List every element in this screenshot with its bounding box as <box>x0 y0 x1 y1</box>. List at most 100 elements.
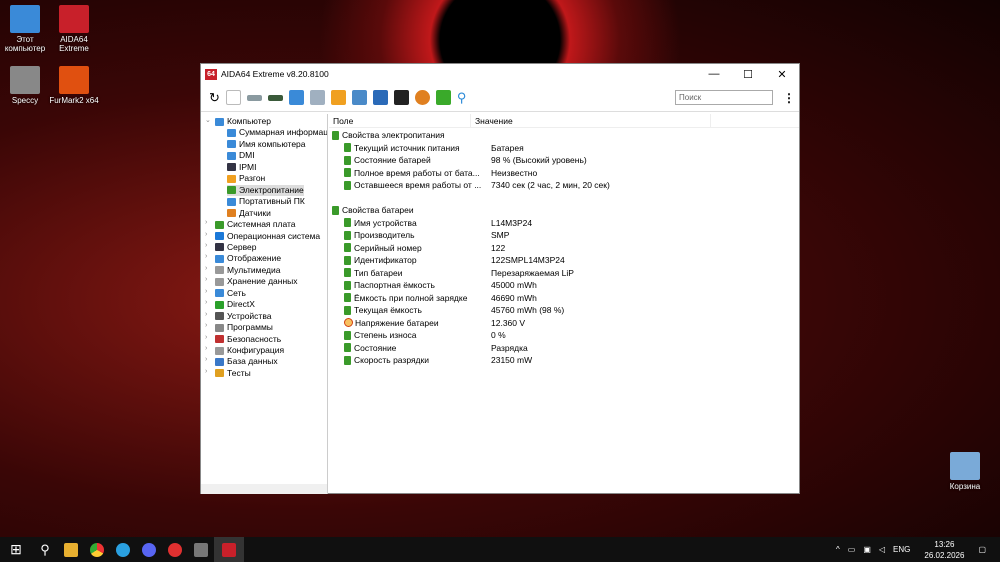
cpu-icon[interactable] <box>372 90 388 105</box>
table-row[interactable]: Ёмкость при полной зарядке 46690 mWh <box>344 292 804 304</box>
expand-arrow-icon[interactable]: › <box>205 231 207 238</box>
tree-item[interactable]: Системная плата <box>215 219 296 230</box>
table-row[interactable]: Имя устройства L14M3P24 <box>344 217 804 229</box>
close-button[interactable]: ✕ <box>765 68 799 81</box>
tree-item[interactable]: Датчики <box>227 208 271 219</box>
maximize-button[interactable]: ☐ <box>731 68 765 81</box>
table-row[interactable]: Степень износа 0 % <box>344 329 804 341</box>
tree-item[interactable]: Безопасность <box>215 334 281 345</box>
more-menu-icon[interactable]: ⋮ <box>779 91 799 105</box>
tree-item[interactable]: Отображение <box>215 253 281 264</box>
overclock-icon[interactable] <box>330 90 346 105</box>
battery-field-icon <box>344 343 351 352</box>
table-row[interactable]: Тип батареи Перезаряжаемая LiP <box>344 267 804 279</box>
tree-item[interactable]: Тесты <box>215 368 251 379</box>
tree-item[interactable]: Электропитание <box>227 184 304 196</box>
search-icon[interactable]: ⚲ <box>457 90 467 106</box>
expand-arrow-icon[interactable]: › <box>205 368 207 375</box>
expand-arrow-icon[interactable]: › <box>205 288 207 295</box>
network-tray-icon[interactable]: ▣ <box>863 545 871 554</box>
horizontal-scrollbar[interactable] <box>201 484 327 494</box>
table-row[interactable]: Скорость разрядки 23150 mW <box>344 354 804 366</box>
table-row[interactable]: Идентификатор 122SMPL14M3P24 <box>344 254 804 266</box>
collapse-arrow-icon[interactable]: ⌄ <box>205 116 211 124</box>
tree-item[interactable]: Мультимедиа <box>215 265 280 276</box>
column-header-field[interactable]: Поле <box>329 114 471 127</box>
table-row[interactable]: Напряжение батареи 12.360 V <box>344 317 804 329</box>
network-icon[interactable] <box>288 90 304 105</box>
tree-item[interactable]: Сервер <box>215 242 256 253</box>
tree-item[interactable]: Компьютер <box>215 116 271 127</box>
table-row[interactable]: Полное время работы от бата... Неизвестно <box>344 167 804 179</box>
expand-arrow-icon[interactable]: › <box>205 219 207 226</box>
table-row[interactable]: Производитель SMP <box>344 229 804 241</box>
expand-arrow-icon[interactable]: › <box>205 265 207 272</box>
expand-arrow-icon[interactable]: › <box>205 311 207 318</box>
column-header-value[interactable]: Значение <box>471 114 711 127</box>
minimize-button[interactable]: — <box>697 68 731 81</box>
tree-item-label: База данных <box>227 356 278 367</box>
group-header-row[interactable]: Свойства электропитания <box>332 129 792 141</box>
search-taskbar-icon[interactable]: ⚲ <box>32 537 58 562</box>
table-row[interactable]: Оставшееся время работы от ... 7340 сек (… <box>344 179 804 191</box>
speccy-taskbar-icon[interactable] <box>188 537 214 562</box>
notifications-icon[interactable]: ▢ <box>978 545 986 554</box>
tray-chevron-icon[interactable]: ^ <box>836 545 840 554</box>
table-row[interactable]: Текущий источник питания Батарея <box>344 142 804 154</box>
tree-item[interactable]: Программы <box>215 322 273 333</box>
expand-arrow-icon[interactable]: › <box>205 322 207 329</box>
table-row[interactable]: Серийный номер 122 <box>344 242 804 254</box>
tree-item[interactable]: Конфигурация <box>215 345 284 356</box>
group-header-row[interactable]: Свойства батареи <box>332 204 792 216</box>
table-row[interactable]: Состояние батарей 98 % (Высокий уровень) <box>344 154 804 166</box>
osd-icon[interactable] <box>393 90 409 105</box>
expand-arrow-icon[interactable]: › <box>205 356 207 363</box>
telegram-icon[interactable] <box>110 537 136 562</box>
volume-icon[interactable]: ◁ <box>879 545 885 554</box>
expand-arrow-icon[interactable]: › <box>205 345 207 352</box>
start-button[interactable]: ⊞ <box>0 537 32 562</box>
clock[interactable]: 13:26 26.02.2026 <box>924 539 964 561</box>
desktop-icon[interactable]: Speccy <box>0 66 50 105</box>
tree-item[interactable]: DMI <box>227 150 255 161</box>
aida64-taskbar-icon[interactable] <box>214 537 244 562</box>
tree-item[interactable]: Сеть <box>215 288 246 299</box>
tree-item[interactable]: Имя компьютера <box>227 139 306 150</box>
media-player-icon[interactable] <box>162 537 188 562</box>
desktop-icon[interactable]: AIDA64 Extreme <box>49 5 99 53</box>
search-input[interactable]: Поиск <box>675 90 773 105</box>
tree-item[interactable]: Хранение данных <box>215 276 298 287</box>
tree-item[interactable]: Операционная система <box>215 231 320 242</box>
benchmark-icon[interactable] <box>351 90 367 105</box>
expand-arrow-icon[interactable]: › <box>205 253 207 260</box>
motherboard-icon[interactable] <box>246 94 262 101</box>
tree-item[interactable]: DirectX <box>215 299 255 310</box>
expand-arrow-icon[interactable]: › <box>205 299 207 306</box>
tree-item[interactable]: База данных <box>215 356 278 367</box>
tools-icon[interactable] <box>309 90 325 105</box>
download-icon[interactable] <box>435 90 451 105</box>
battery-icon[interactable]: ▭ <box>848 545 856 554</box>
expand-arrow-icon[interactable]: › <box>205 334 207 341</box>
tree-item[interactable]: Суммарная информация <box>227 127 327 138</box>
chrome-icon[interactable] <box>84 537 110 562</box>
language-indicator[interactable]: ENG <box>893 545 910 554</box>
tree-item[interactable]: Разгон <box>227 173 265 184</box>
explorer-icon[interactable] <box>58 537 84 562</box>
desktop-icon[interactable]: Этот компьютер <box>0 5 50 53</box>
tree-item[interactable]: Портативный ПК <box>227 196 305 207</box>
refresh-icon[interactable]: ↻ <box>209 90 220 106</box>
expand-arrow-icon[interactable]: › <box>205 242 207 249</box>
desktop-icon[interactable]: Корзина <box>940 452 990 491</box>
tree-item[interactable]: Устройства <box>215 311 271 322</box>
table-row[interactable]: Паспортная ёмкость 45000 mWh <box>344 279 804 291</box>
discord-icon[interactable] <box>136 537 162 562</box>
table-row[interactable]: Состояние Разрядка <box>344 342 804 354</box>
expand-arrow-icon[interactable]: › <box>205 276 207 283</box>
report-icon[interactable] <box>225 90 241 105</box>
sensor-gauge-icon[interactable] <box>414 90 430 105</box>
memory-icon[interactable] <box>267 94 283 101</box>
table-row[interactable]: Текущая ёмкость 45760 mWh (98 %) <box>344 304 804 316</box>
desktop-icon[interactable]: FurMark2 x64 <box>49 66 99 105</box>
tree-item[interactable]: IPMI <box>227 162 256 173</box>
